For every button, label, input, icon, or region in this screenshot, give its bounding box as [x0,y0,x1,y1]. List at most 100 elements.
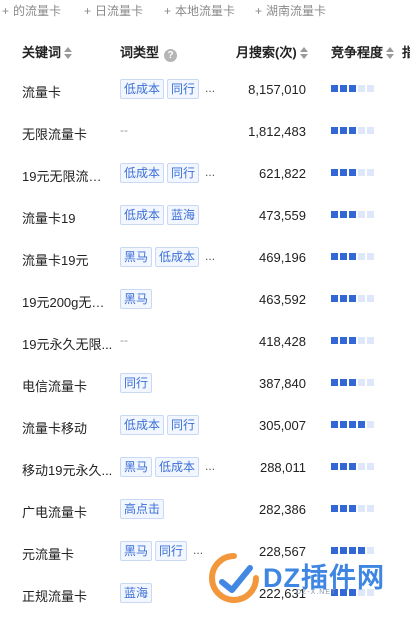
header-keyword[interactable]: 关键词 [22,42,73,61]
table-row[interactable]: 移动19元永久... 黑马 低成本... 288,011 [0,447,410,489]
competition-segment [349,253,356,260]
competition-segment [340,169,347,176]
filter-chip[interactable]: + 日流量卡 [84,2,143,19]
monthly-search-cell: 469,196 [259,250,306,265]
table-row[interactable]: 流量卡19 低成本 蓝海 473,559 [0,195,410,237]
competition-segment [331,127,338,134]
table-row[interactable]: 19元永久无限... -- 418,428 [0,321,410,363]
competition-segment [358,253,365,260]
more-tags-button[interactable]: ... [205,457,215,475]
competition-segment [331,211,338,218]
plus-icon: + [255,4,263,18]
keyword-cell[interactable]: 19元200g无限... [22,292,114,311]
table-row[interactable]: 流量卡 低成本 同行... 8,157,010 [0,69,410,111]
competition-segment [331,253,338,260]
header-extra: 指 [402,42,410,61]
keyword-cell[interactable]: 19元永久无限... [22,334,114,353]
keyword-cell[interactable]: 无限流量卡 [22,124,114,143]
plus-icon: + [2,4,10,18]
competition-meter [331,421,376,428]
competition-segment [349,295,356,302]
table-row[interactable]: 无限流量卡 -- 1,812,483 [0,111,410,153]
type-tag: 蓝海 [120,583,153,603]
type-cell: 低成本 同行 [120,415,202,435]
type-cell: -- [120,331,128,351]
sort-icon[interactable] [299,47,308,59]
sort-icon[interactable] [64,47,73,59]
competition-meter [331,85,376,92]
header-monthly-search[interactable]: 月搜索(次) [236,42,308,61]
competition-segment [358,169,365,176]
competition-meter [331,379,376,386]
filter-chip[interactable]: + 湖南流量卡 [255,2,326,19]
competition-segment [367,337,374,344]
header-competition[interactable]: 竞争程度 [331,42,395,61]
keyword-cell[interactable]: 移动19元永久... [22,460,114,479]
watermark-subtext: DZ-X.NET [296,589,337,596]
competition-segment [349,211,356,218]
header-monthly-search-label: 月搜索(次) [236,45,297,60]
competition-segment [367,295,374,302]
type-tag: 黑马 [120,541,153,561]
type-tag: 低成本 [120,79,165,99]
type-cell: 黑马 低成本... [120,457,215,477]
type-cell: 黑马 [120,289,155,309]
competition-meter [331,295,376,302]
keyword-cell[interactable]: 广电流量卡 [22,502,114,521]
filter-chip[interactable]: + 本地流量卡 [164,2,235,19]
filter-chip[interactable]: + 的流量卡 [2,2,61,19]
competition-segment [349,85,356,92]
competition-segment [331,463,338,470]
more-tags-button[interactable]: ... [193,541,203,559]
keyword-cell[interactable]: 流量卡移动 [22,418,114,437]
keyword-cell[interactable]: 流量卡 [22,82,114,101]
competition-segment [358,379,365,386]
competition-segment [331,295,338,302]
keyword-cell[interactable]: 19元无限流量卡 [22,166,114,185]
type-tag: 同行 [155,541,188,561]
keyword-cell[interactable]: 电信流量卡 [22,376,114,395]
type-tag: 低成本 [120,415,165,435]
table-row[interactable]: 电信流量卡 同行 387,840 [0,363,410,405]
table-row[interactable]: 19元无限流量卡 低成本 同行... 621,822 [0,153,410,195]
table-row[interactable]: 流量卡移动 低成本 同行 305,007 [0,405,410,447]
monthly-search-cell: 418,428 [259,334,306,349]
monthly-search-cell: 621,822 [259,166,306,181]
competition-meter [331,127,376,134]
competition-segment [358,211,365,218]
competition-segment [331,379,338,386]
table-row[interactable]: 流量卡19元 黑马 低成本... 469,196 [0,237,410,279]
keyword-cell[interactable]: 流量卡19元 [22,250,114,269]
help-icon[interactable]: ? [164,49,178,62]
table-row[interactable]: 广电流量卡 高点击 282,386 [0,489,410,531]
more-tags-button[interactable]: ... [205,79,215,97]
competition-meter [331,211,376,218]
type-tag: 同行 [167,163,200,183]
competition-segment [358,127,365,134]
competition-meter [331,253,376,260]
competition-segment [331,505,338,512]
related-filter-bar: + 的流量卡 + 日流量卡 + 本地流量卡 + 湖南流量卡 [0,0,410,22]
monthly-search-cell: 1,812,483 [248,124,306,139]
empty-type-dash: -- [120,123,128,137]
keyword-cell[interactable]: 元流量卡 [22,544,114,563]
table-row[interactable]: 19元200g无限... 黑马 463,592 [0,279,410,321]
header-type: 词类型? [120,42,178,62]
filter-chip-label: 本地流量卡 [175,4,236,18]
sort-icon[interactable] [386,47,395,59]
type-tag: 低成本 [155,457,200,477]
competition-segment [349,127,356,134]
more-tags-button[interactable]: ... [205,163,215,181]
plus-icon: + [84,4,92,18]
competition-segment [340,295,347,302]
competition-segment [349,337,356,344]
more-tags-button[interactable]: ... [205,247,215,265]
competition-segment [358,295,365,302]
type-cell: 低成本 蓝海 [120,205,202,225]
competition-segment [349,169,356,176]
type-tag: 低成本 [120,205,165,225]
keyword-cell[interactable]: 流量卡19 [22,208,114,227]
competition-segment [340,463,347,470]
keyword-cell[interactable]: 正规流量卡 [22,586,114,605]
header-keyword-label: 关键词 [22,45,62,60]
